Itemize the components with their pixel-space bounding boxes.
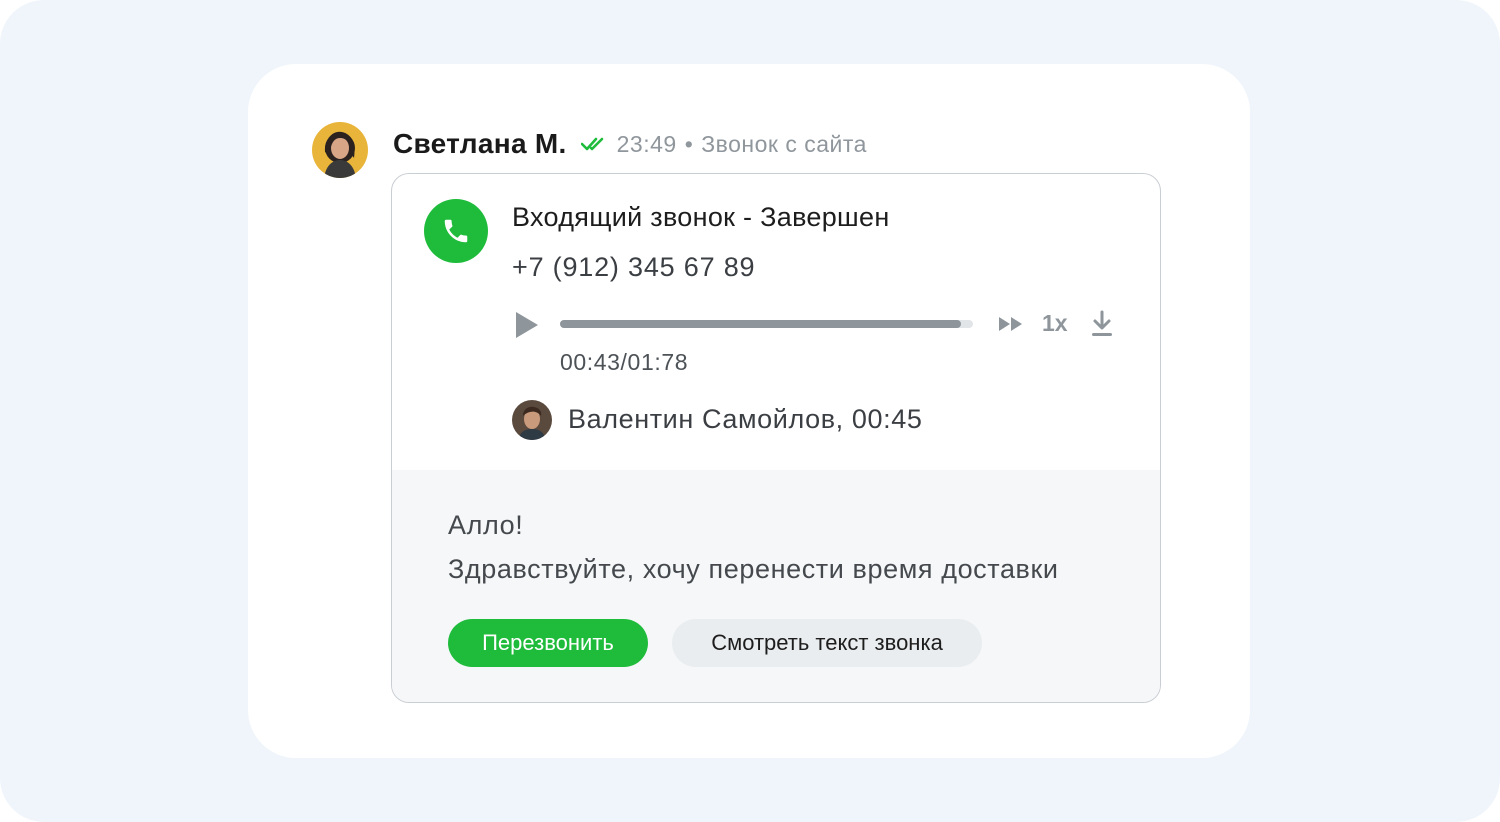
sender-name[interactable]: Светлана М. (393, 128, 567, 160)
view-call-text-button[interactable]: Смотреть текст звонка (672, 619, 982, 667)
meta-separator: • (684, 130, 694, 157)
transcript-line: Здравствуйте, хочу перенести время доста… (448, 554, 1059, 584)
message-header: Светлана М. 23:49 • Звонок с сайта (393, 124, 867, 164)
caller-phone: +7 (912) 345 67 89 (512, 252, 756, 282)
agent-avatar[interactable] (512, 400, 552, 440)
page-background: Светлана М. 23:49 • Звонок с сайта Входя… (0, 0, 1500, 822)
double-check-icon (580, 135, 609, 153)
message-source: Звонок с сайта (701, 130, 867, 157)
transcript-line: Алло! (448, 510, 524, 540)
play-icon[interactable] (514, 310, 540, 340)
callback-button[interactable]: Перезвонить (448, 619, 648, 667)
audio-progress-bar[interactable] (560, 320, 973, 328)
sender-avatar[interactable] (312, 122, 368, 178)
message-time: 23:49 (616, 130, 677, 157)
playback-speed-button[interactable]: 1x (1042, 310, 1068, 337)
audio-progress-fill (560, 320, 961, 328)
call-title: Входящий звонок - Завершен (512, 202, 890, 232)
agent-info: Валентин Самойлов, 00:45 (568, 404, 923, 434)
call-message-bubble: Входящий звонок - Завершен +7 (912) 345 … (391, 173, 1161, 703)
playback-time: 00:43/01:78 (560, 349, 689, 375)
download-icon[interactable] (1091, 310, 1113, 338)
transcript-panel (392, 470, 1160, 702)
phone-icon (424, 199, 488, 263)
fast-forward-icon[interactable] (998, 315, 1024, 333)
